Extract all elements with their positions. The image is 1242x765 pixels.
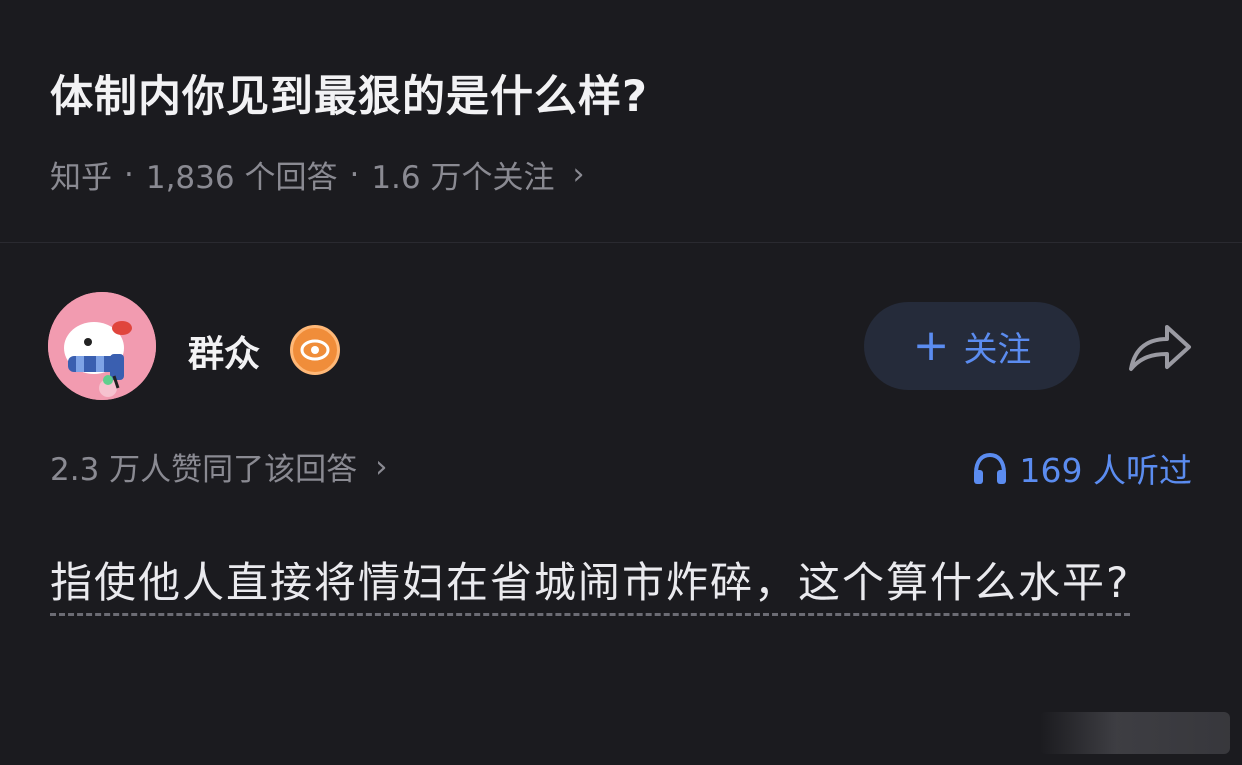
author-name[interactable]: 群众 <box>188 325 260 377</box>
source-label: 知乎 <box>50 160 112 196</box>
follower-count: 1.6 万个关注 <box>371 160 555 196</box>
question-meta[interactable]: 知乎 · 1,836 个回答 · 1.6 万个关注 › <box>50 152 584 197</box>
upvote-count: 2.3 万人赞同了该回答 <box>50 452 358 488</box>
listener-count: 169 人听过 <box>1019 451 1192 490</box>
follow-label: 关注 <box>963 329 1032 370</box>
answer-text: 指使他人直接将情妇在省城闹市炸碎，这个算什么水平? <box>50 558 1131 616</box>
avatar-illustration-icon <box>48 292 156 400</box>
chevron-right-icon: › <box>572 157 585 192</box>
separator-dot: · <box>124 156 134 193</box>
answer-count: 1,836 个回答 <box>145 160 338 196</box>
question-title[interactable]: 体制内你见到最狠的是什么样? <box>50 62 648 124</box>
headphones-icon <box>973 452 1006 484</box>
separator-dot: · <box>349 156 360 193</box>
avatar[interactable] <box>48 292 156 400</box>
eye-icon[interactable] <box>290 325 340 375</box>
answer-body[interactable]: 指使他人直接将情妇在省城闹市炸碎，这个算什么水平? <box>50 542 1190 624</box>
stats-row: 2.3 万人赞同了该回答 › 169 人听过 <box>0 444 1242 492</box>
watermark <box>1040 712 1230 754</box>
answer-page: 体制内你见到最狠的是什么样? 知乎 · 1,836 个回答 · 1.6 万个关注… <box>0 0 1242 765</box>
author-row: 群众 + 关注 <box>0 290 1242 405</box>
question-header[interactable]: 体制内你见到最狠的是什么样? 知乎 · 1,836 个回答 · 1.6 万个关注… <box>0 0 1242 243</box>
upvote-summary[interactable]: 2.3 万人赞同了该回答 › <box>50 444 388 489</box>
chevron-right-icon: › <box>375 448 388 485</box>
listen-button[interactable]: 169 人听过 <box>972 444 1192 492</box>
share-arrow-icon[interactable] <box>1120 318 1200 378</box>
plus-icon: + <box>912 320 950 371</box>
divider <box>0 242 1242 243</box>
follow-button[interactable]: + 关注 <box>864 302 1080 390</box>
